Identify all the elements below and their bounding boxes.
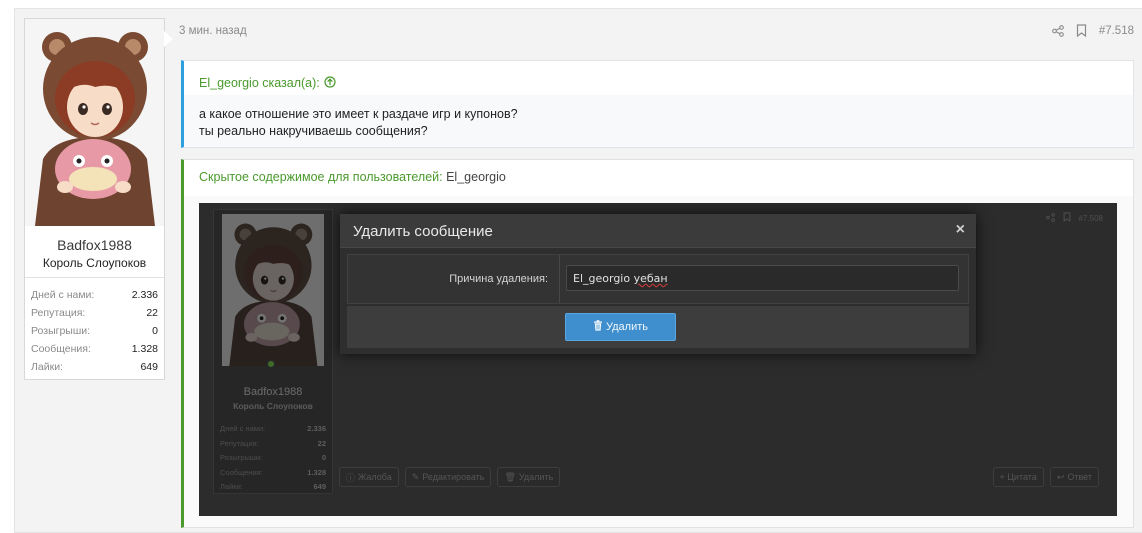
user-stat-label: Репутация:	[31, 307, 86, 319]
edit-icon: ✎	[411, 471, 420, 482]
shot-header-actions: #7.508	[1045, 212, 1103, 224]
user-stat-row: Сообщения: 1.328	[31, 340, 158, 358]
avatar[interactable]	[25, 19, 164, 226]
quote-author[interactable]: El_georgio сказал(а):	[199, 76, 320, 90]
user-stat-row: Лайки: 649	[31, 358, 158, 376]
user-stat-value: 649	[140, 361, 158, 373]
user-stat-value: 1.328	[131, 343, 158, 355]
user-card-arrow	[164, 31, 173, 47]
user-stat-value: 22	[146, 307, 158, 319]
shot-stat-label: Сообщения:	[220, 467, 263, 477]
delete-modal: Удалить сообщение × Причина удаления: El…	[340, 214, 976, 354]
shot-reply-button: ↩ Ответ	[1049, 467, 1099, 487]
post-time[interactable]: 3 мин. назад	[179, 25, 247, 37]
online-indicator-icon	[266, 359, 276, 369]
shot-report-button: ⓘ Жалоба	[339, 467, 399, 487]
post: Badfox1988 Король Слоупоков Дней с нами:…	[14, 8, 1142, 533]
user-stat-label: Лайки:	[31, 361, 63, 373]
user-stat-label: Розыгрыши:	[31, 325, 91, 337]
quote-text: а какое отношение это имеет к раздаче иг…	[199, 106, 518, 140]
arrow-up-circle-icon[interactable]	[324, 75, 336, 91]
quote-line: а какое отношение это имеет к раздаче иг…	[199, 107, 518, 121]
reason-input[interactable]: El_georgio уебан	[566, 265, 959, 291]
shot-actions-left: ⓘ Жалоба ✎ Редактировать 🗑 Удалить	[339, 467, 561, 487]
reply-icon: ↩	[1056, 471, 1065, 482]
user-stat-label: Сообщения:	[31, 343, 91, 355]
quote-header[interactable]: El_georgio сказал(а):	[184, 61, 1133, 95]
shot-stat-value: 649	[313, 482, 326, 491]
quote-block: El_georgio сказал(а): а какое отношение …	[181, 60, 1134, 148]
shot-quote-button: + Цитата	[992, 467, 1044, 487]
close-icon[interactable]: ×	[956, 221, 965, 239]
shot-stat-value: 1.328	[307, 467, 326, 477]
shot-user-card: Badfox1988 Король Слоупоков Дней с нами:…	[213, 209, 333, 494]
shot-stat-label: Дней с нами:	[220, 424, 266, 433]
user-stat-row: Репутация: 22	[31, 304, 158, 322]
shot-stat-row: Дней с нами: 2.336	[220, 422, 326, 437]
user-stat-row: Розыгрыши: 0	[31, 322, 158, 340]
bookmark-icon[interactable]	[1076, 24, 1087, 37]
shot-stat-label: Розыгрыши:	[220, 453, 263, 462]
shot-edit-label: Редактировать	[422, 472, 485, 482]
user-stat-label: Дней с нами:	[31, 289, 95, 301]
share-icon[interactable]	[1051, 24, 1064, 37]
shot-stat-row: Сообщения: 1.328	[220, 466, 326, 481]
hidden-content-block: Скрытое содержимое для пользователей: El…	[181, 159, 1134, 528]
modal-title: Удалить сообщение	[353, 223, 493, 240]
user-stat-value: 0	[152, 325, 158, 337]
reason-value-misspelled: уебан	[633, 272, 668, 285]
shot-stat-row: Розыгрыши: 0	[220, 451, 326, 466]
hidden-content-header: Скрытое содержимое для пользователей: El…	[184, 160, 1133, 196]
shot-stat-value: 22	[317, 438, 326, 448]
delete-button[interactable]: Удалить	[565, 313, 676, 341]
shot-edit-button: ✎ Редактировать	[404, 467, 492, 487]
shot-stat-value: 0	[321, 453, 326, 462]
shot-delete-label: Удалить	[518, 472, 554, 482]
modal-footer: Удалить	[347, 306, 969, 348]
modal-body: Причина удаления: El_georgio уебан	[347, 254, 969, 304]
shot-user-title: Король Слоупоков	[233, 401, 313, 411]
modal-divider	[559, 255, 560, 303]
reason-label: Причина удаления:	[449, 273, 548, 285]
shot-report-label: Жалоба	[358, 472, 392, 482]
shot-post-number: #7.508	[1078, 213, 1103, 223]
embedded-screenshot[interactable]: Badfox1988 Король Слоупоков Дней с нами:…	[199, 203, 1117, 516]
reason-value-part: El_georgio	[573, 272, 631, 285]
trash-icon: 🗑	[504, 471, 516, 482]
modal-header: Удалить сообщение ×	[340, 214, 976, 248]
delete-button-label: Удалить	[606, 321, 648, 333]
shot-user-name: Badfox1988	[243, 386, 303, 398]
shot-stat-row: Репутация: 22	[220, 437, 326, 452]
shot-stat-label: Репутация:	[220, 438, 259, 448]
shot-share-icon	[1045, 212, 1055, 224]
hidden-content-user[interactable]: El_georgio	[446, 170, 506, 184]
hidden-content-prefix: Скрытое содержимое для пользователей:	[199, 170, 443, 184]
shot-stat-label: Лайки:	[220, 482, 243, 491]
shot-user-stats: Дней с нами: 2.336 Репутация: 22 Розыгрыши…	[220, 422, 326, 495]
shot-bookmark-icon	[1063, 212, 1071, 224]
trash-icon	[593, 320, 603, 334]
user-name[interactable]: Badfox1988	[25, 237, 164, 253]
shot-delete-button: 🗑 Удалить	[497, 467, 561, 487]
shot-stat-row: Лайки: 649	[220, 480, 326, 495]
post-number[interactable]: #7.518	[1099, 25, 1134, 37]
shot-reply-label: Ответ	[1067, 472, 1092, 482]
shot-stat-value: 2.336	[307, 424, 326, 433]
shot-actions-right: + Цитата ↩ Ответ	[992, 467, 1099, 487]
user-card: Badfox1988 Король Слоупоков Дней с нами:…	[24, 18, 173, 380]
user-stats: Дней с нами: 2.336 Репутация: 22 Розыгрыши…	[25, 277, 164, 376]
info-icon: ⓘ	[346, 472, 356, 483]
user-stat-row: Дней с нами: 2.336	[31, 286, 158, 304]
shot-avatar	[222, 214, 324, 366]
post-header-actions: #7.518	[1051, 24, 1134, 37]
shot-quote-label: + Цитата	[999, 472, 1037, 482]
user-title: Король Слоупоков	[42, 256, 147, 270]
user-stat-value: 2.336	[131, 289, 158, 301]
quote-line: ты реально накручиваешь сообщения?	[199, 124, 428, 138]
